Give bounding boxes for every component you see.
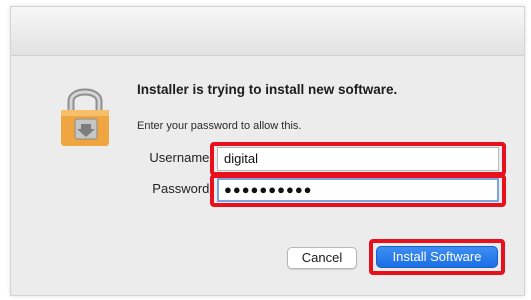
install-software-button[interactable]: Install Software bbox=[376, 246, 498, 268]
password-label: Password: bbox=[152, 181, 213, 196]
password-field[interactable]: ●●●●●●●●●● bbox=[217, 178, 499, 202]
dialog-subtitle: Enter your password to allow this. bbox=[137, 120, 302, 132]
username-field[interactable]: digital bbox=[217, 147, 499, 171]
dialog-body: Installer is trying to install new softw… bbox=[11, 56, 524, 295]
lock-icon bbox=[59, 82, 111, 148]
authentication-dialog: Installer is trying to install new softw… bbox=[10, 6, 525, 296]
dialog-titlebar bbox=[11, 7, 524, 56]
cancel-button[interactable]: Cancel bbox=[287, 247, 357, 269]
username-label: Username: bbox=[149, 150, 213, 165]
dialog-title: Installer is trying to install new softw… bbox=[137, 82, 398, 97]
